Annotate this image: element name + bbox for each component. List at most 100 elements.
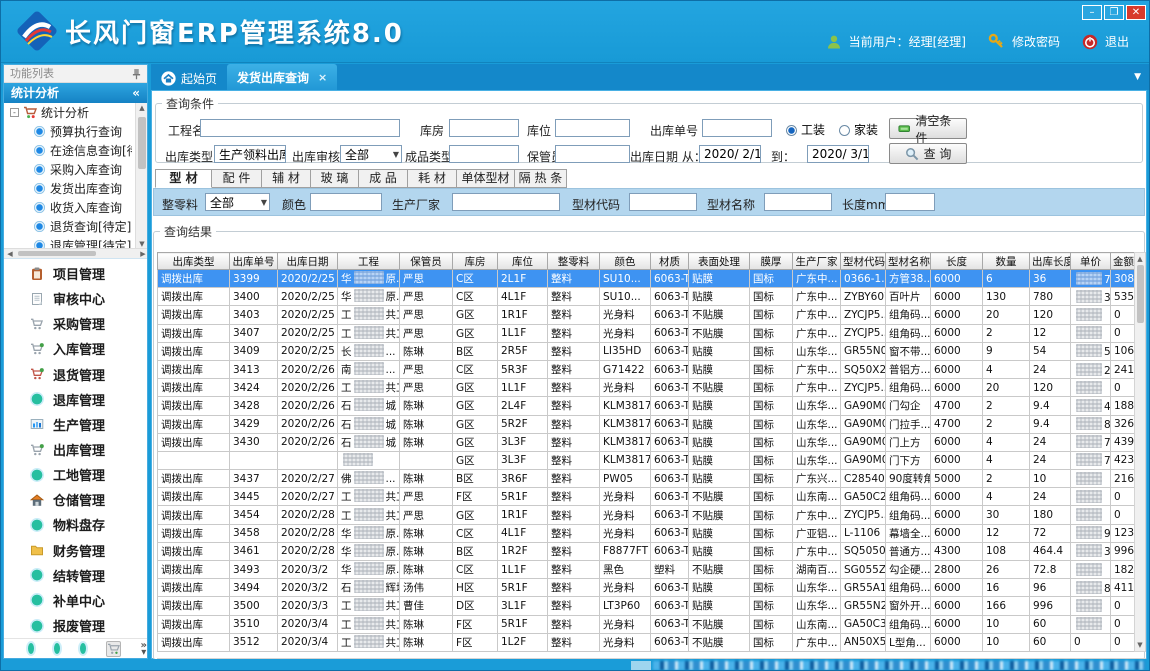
tree-item-在途信息查询[待[interactable]: 在途信息查询[待 [4, 141, 132, 160]
material-tab-辅材[interactable]: 辅 材 [262, 169, 311, 188]
table-row[interactable]: 调拨出库34452020/2/27工共工程严思F区5R1F整料光身料6063-T… [158, 488, 1135, 506]
sidebar-item-项目管理[interactable]: 项目管理 [4, 261, 147, 286]
table-row[interactable]: 调拨出库34032020/2/25工共工程严思G区1R1F整料光身料6063-T… [158, 306, 1135, 324]
table-row[interactable]: 调拨出库34372020/2/27佛...陈琳B区3R6F整料PW056063-… [158, 470, 1135, 488]
nav-dot-icon[interactable] [54, 643, 60, 654]
column-header-出库类型[interactable]: 出库类型 [158, 253, 230, 270]
column-header-整零料[interactable]: 整零料 [548, 253, 600, 270]
sidebar-item-仓储管理[interactable]: 仓储管理 [4, 487, 147, 512]
tree-item-退货查询[待定][interactable]: 退货查询[待定] [4, 217, 132, 236]
search-button[interactable]: 查 询 [889, 143, 967, 164]
sidebar-item-生产管理[interactable]: 生产管理 [4, 412, 147, 437]
change-password-link[interactable]: 修改密码 [1012, 33, 1060, 50]
sidebar-item-退货管理[interactable]: 退货管理 [4, 362, 147, 387]
results-vertical-scrollbar[interactable]: ▲ ▼ [1134, 252, 1146, 652]
table-row[interactable]: 调拨出库34942020/3/2石辉城汤伟H区5R1F整料光身料6063-T5贴… [158, 579, 1135, 597]
tree-horizontal-scrollbar[interactable]: ◀ ▶ [4, 248, 147, 258]
clear-conditions-button[interactable]: 清空条件 [889, 118, 967, 139]
tree-item-预算执行查询[interactable]: 预算执行查询 [4, 122, 132, 141]
material-tab-玻璃[interactable]: 玻 璃 [311, 169, 359, 188]
column-header-出库单号[interactable]: 出库单号 [230, 253, 278, 270]
table-row[interactable]: 调拨出库34282020/2/26石城陈琳G区2L4F整料KLM38176063… [158, 397, 1135, 415]
column-header-型材名称[interactable]: 型材名称 [886, 253, 931, 270]
column-header-金额[interactable]: 金额 [1111, 253, 1135, 270]
sidebar-item-财务管理[interactable]: 财务管理 [4, 538, 147, 563]
sidebar-item-入库管理[interactable]: 入库管理 [4, 336, 147, 361]
column-header-表面处理[interactable]: 表面处理 [689, 253, 750, 270]
material-tab-单体型材[interactable]: 单体型材 [457, 169, 515, 188]
color-input[interactable] [310, 193, 382, 211]
profile-code-input[interactable] [629, 193, 697, 211]
maximize-button[interactable]: ❐ [1104, 5, 1124, 20]
sidebar-item-出库管理[interactable]: 出库管理 [4, 437, 147, 462]
outbound-type-select[interactable]: 生产领料出库▼ [214, 145, 286, 163]
column-header-出库日期[interactable]: 出库日期 [278, 253, 338, 270]
column-header-单价[interactable]: 单价 [1071, 253, 1111, 270]
tree-item-收货入库查询[interactable]: 收货入库查询 [4, 198, 132, 217]
table-row[interactable]: 调拨出库35122020/3/4工共工程陈琳F区1L2F整料光身料6063-T5… [158, 633, 1135, 651]
column-header-库房[interactable]: 库房 [453, 253, 498, 270]
sidebar-item-退库管理[interactable]: 退库管理 [4, 387, 147, 412]
column-header-颜色[interactable]: 颜色 [600, 253, 651, 270]
table-row[interactable]: 调拨出库34132020/2/26南...严思C区5R3F整料G71422606… [158, 360, 1135, 378]
table-row[interactable]: 调拨出库34072020/2/25工共工程严思G区1L1F整料光身料6063-T… [158, 324, 1135, 342]
material-tab-配件[interactable]: 配 件 [212, 169, 262, 188]
radio-home[interactable]: 家装 [839, 121, 878, 138]
tab-overflow-icon[interactable]: ▼ [1134, 72, 1141, 82]
sidebar-item-补单中心[interactable]: 补单中心 [4, 588, 147, 613]
length-input[interactable] [885, 193, 935, 211]
location-input[interactable] [555, 119, 630, 137]
sidebar-item-结转管理[interactable]: 结转管理 [4, 563, 147, 588]
close-button[interactable]: ✕ [1126, 5, 1146, 20]
tree-item-发货出库查询[interactable]: 发货出库查询 [4, 179, 132, 198]
column-header-型材代码[interactable]: 型材代码 [841, 253, 886, 270]
date-from-picker[interactable]: 2020/ 2/16▼ [699, 145, 761, 163]
table-row[interactable]: 调拨出库33992020/2/25华原...严思C区2L1F整料SU10...6… [158, 270, 1135, 288]
tree-expander-icon[interactable]: - [10, 108, 19, 117]
radio-industrial[interactable]: 工装 [786, 121, 825, 138]
sidebar-item-采购管理[interactable]: 采购管理 [4, 311, 147, 336]
tree-root-node[interactable]: - 统计分析 [4, 103, 132, 122]
tab-home[interactable]: 起始页 [151, 66, 227, 90]
material-tab-耗材[interactable]: 耗 材 [408, 169, 457, 188]
project-name-input[interactable] [200, 119, 400, 137]
column-header-长度[interactable]: 长度 [931, 253, 983, 270]
column-header-生产厂家[interactable]: 生产厂家 [793, 253, 841, 270]
table-row[interactable]: 调拨出库34582020/2/28华原...陈琳C区4L1F整料光身料6063-… [158, 524, 1135, 542]
minimize-button[interactable]: – [1082, 5, 1102, 20]
warehouse-input[interactable] [449, 119, 519, 137]
profile-name-input[interactable] [764, 193, 832, 211]
table-row[interactable]: 调拨出库34932020/3/2华原...陈琳C区1L1F整料黑色塑料不贴膜国标… [158, 561, 1135, 579]
table-row[interactable]: 调拨出库34612020/2/28华原...陈琳B区1R2F整料F8877FT6… [158, 542, 1135, 560]
column-header-库位[interactable]: 库位 [498, 253, 548, 270]
nav-dot-icon[interactable] [80, 643, 86, 654]
sidebar-item-物料盘存[interactable]: 物料盘存 [4, 512, 147, 537]
product-type-input[interactable] [449, 145, 519, 163]
column-header-出库长度[interactable]: 出库长度 [1030, 253, 1071, 270]
column-header-数量[interactable]: 数量 [983, 253, 1030, 270]
table-row[interactable]: 调拨出库35102020/3/4工共工程陈琳F区5R1F整料光身料6063-T5… [158, 615, 1135, 633]
sidebar-group-header[interactable]: 统计分析 « [4, 83, 147, 103]
table-row[interactable]: 调拨出库34092020/2/25长...陈琳B区2R5F整料LI35HD606… [158, 342, 1135, 360]
whole-part-select[interactable]: 全部▼ [205, 193, 270, 211]
tab-shipping-outbound-query[interactable]: 发货出库查询 × [227, 64, 337, 90]
tree-item-采购入库查询[interactable]: 采购入库查询 [4, 160, 132, 179]
table-row[interactable]: 调拨出库34002020/2/25华原...严思C区4L1F整料SU10...6… [158, 288, 1135, 306]
audit-select[interactable]: 全部▼ [340, 145, 402, 163]
manufacturer-input[interactable] [452, 193, 560, 211]
column-header-材质[interactable]: 材质 [651, 253, 689, 270]
material-tab-隔热条[interactable]: 隔 热 条 [515, 169, 567, 188]
table-row[interactable]: G区3L3F整料KLM38176063-T5贴膜国标山东华...GA90M09.… [158, 451, 1135, 469]
table-row[interactable]: 调拨出库34242020/2/26工共工程严思G区1L1F整料光身料6063-T… [158, 379, 1135, 397]
sidebar-item-工地管理[interactable]: 工地管理 [4, 462, 147, 487]
table-row[interactable]: 调拨出库34302020/2/26石城陈琳G区3L3F整料KLM38176063… [158, 433, 1135, 451]
nav-cart-button[interactable] [106, 641, 121, 657]
column-header-工程[interactable]: 工程 [338, 253, 400, 270]
table-row[interactable]: 调拨出库34292020/2/26石城陈琳G区5R2F整料KLM38176063… [158, 415, 1135, 433]
nav-dot-icon[interactable] [28, 643, 34, 654]
sidebar-item-审核中心[interactable]: 审核中心 [4, 286, 147, 311]
date-to-picker[interactable]: 2020/ 3/16▼ [807, 145, 869, 163]
column-header-保管员[interactable]: 保管员 [400, 253, 453, 270]
collapse-icon[interactable]: « [132, 83, 140, 103]
logout-link[interactable]: 退出 [1105, 33, 1129, 50]
